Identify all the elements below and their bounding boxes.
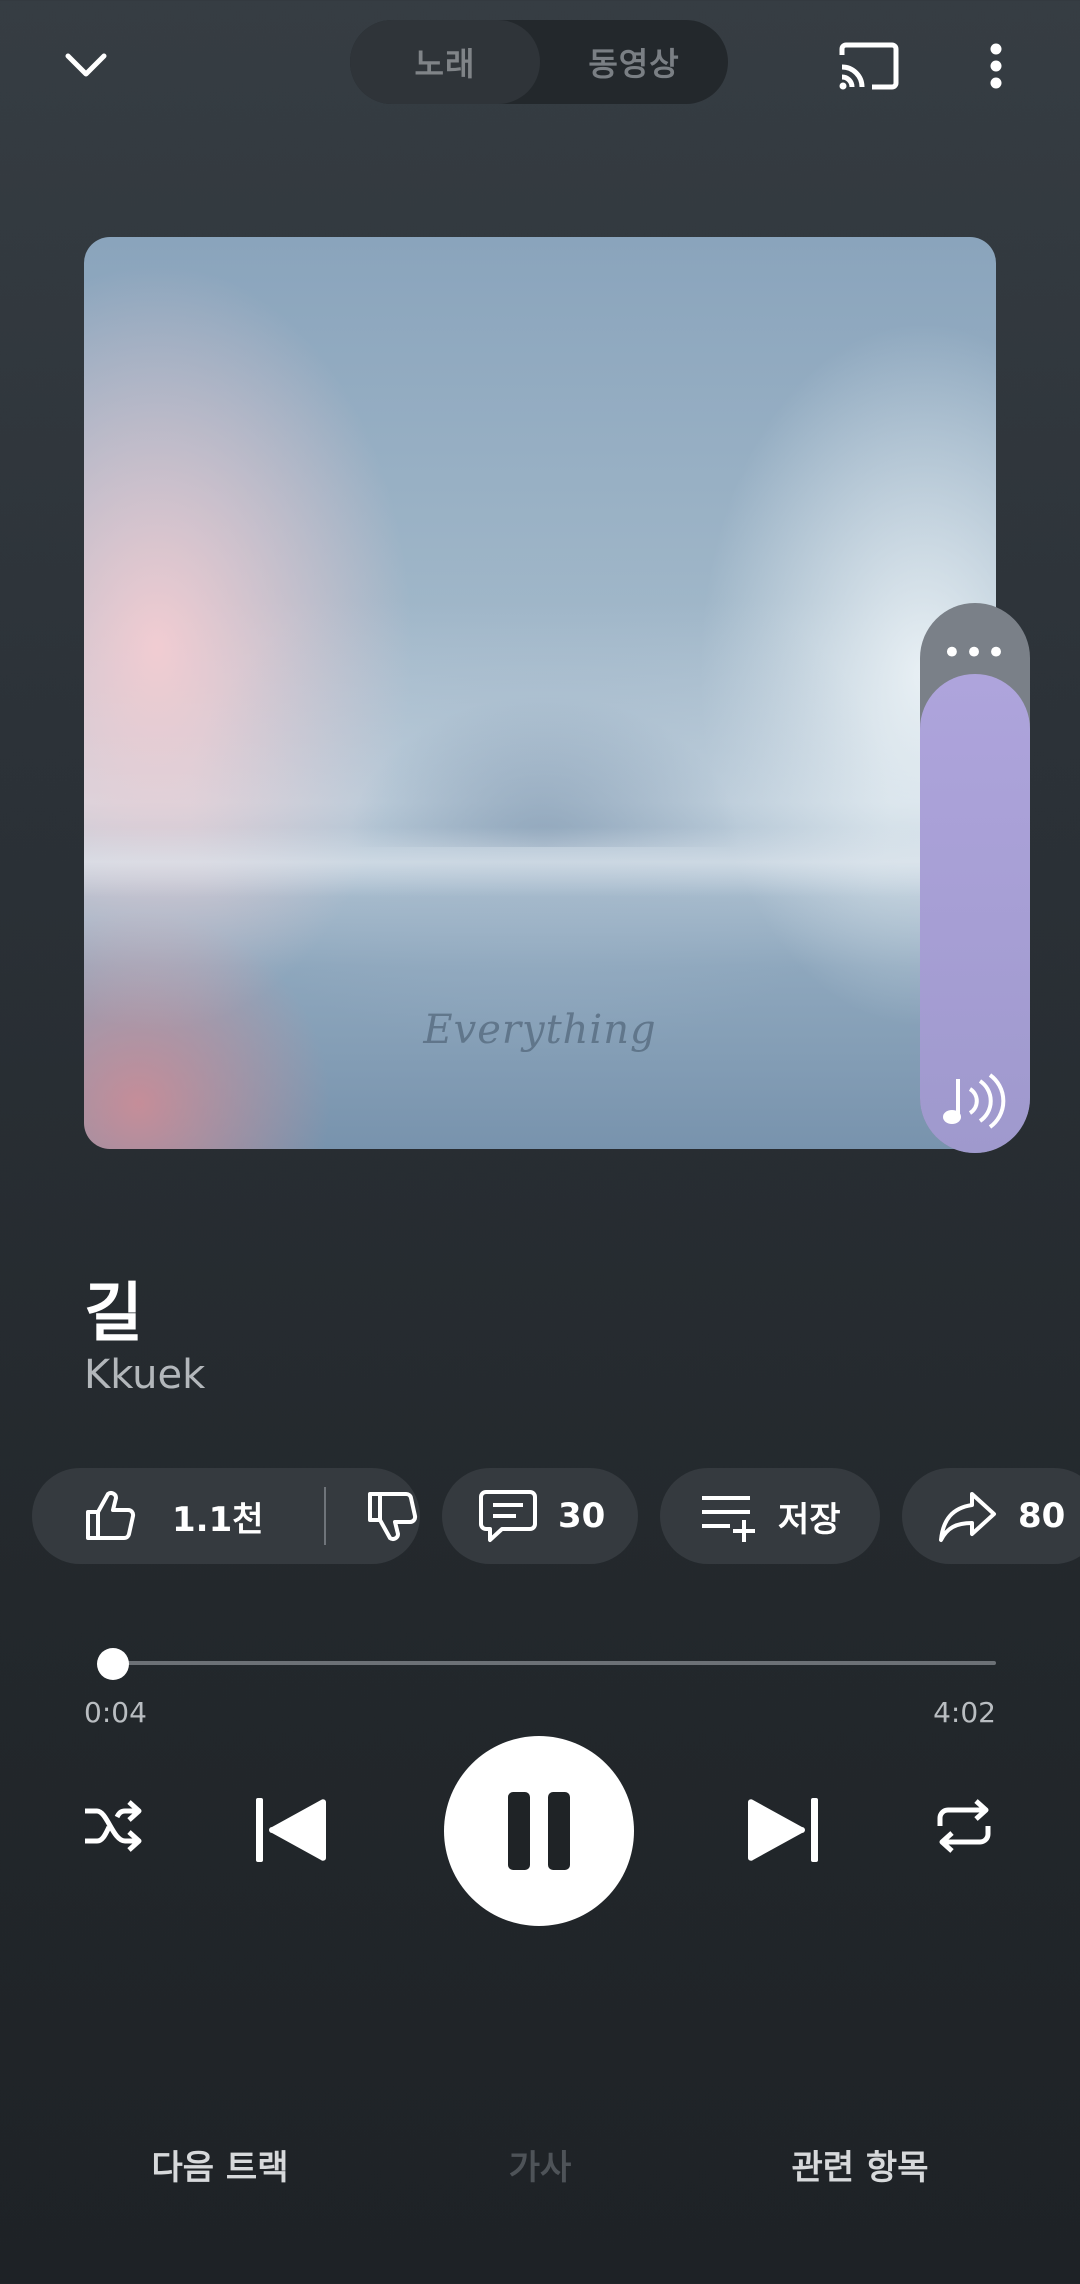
share-count: 80 (1018, 1496, 1066, 1536)
like-dislike-chip: 1.1천 (32, 1468, 420, 1564)
comments-button[interactable]: 30 (442, 1468, 638, 1564)
skip-previous-icon (256, 1798, 326, 1862)
thumb-up-icon (86, 1491, 136, 1540)
chevron-down-icon (65, 53, 107, 77)
comment-icon (479, 1490, 537, 1542)
cast-button[interactable] (830, 30, 908, 102)
repeat-icon (937, 1799, 991, 1853)
skip-next-icon (748, 1798, 818, 1862)
seek-bar-thumb[interactable] (97, 1648, 130, 1680)
previous-button[interactable] (252, 1790, 332, 1870)
tab-lyrics[interactable]: 가사 (440, 2140, 640, 2189)
seek-bar[interactable] (98, 1661, 996, 1665)
share-button[interactable]: 80 (902, 1468, 1080, 1564)
dislike-button[interactable] (326, 1488, 420, 1544)
collapse-button[interactable] (50, 30, 122, 102)
next-button[interactable] (742, 1790, 822, 1870)
save-label: 저장 (778, 1499, 841, 1540)
more-options-button[interactable] (960, 30, 1032, 102)
tab-up-next[interactable]: 다음 트랙 (120, 2140, 320, 2189)
elapsed-time: 0:04 (84, 1696, 147, 1729)
comment-count: 30 (558, 1496, 606, 1536)
total-duration: 4:02 (933, 1696, 996, 1729)
shuffle-button[interactable] (78, 1790, 150, 1862)
shuffle-icon (85, 1800, 142, 1852)
repeat-button[interactable] (928, 1790, 1000, 1862)
pause-button[interactable] (444, 1736, 634, 1926)
like-count: 1.1천 (172, 1499, 264, 1540)
more-vert-icon (990, 43, 1002, 89)
song-video-toggle: 노래 동영상 (350, 20, 728, 104)
cast-icon (839, 42, 899, 90)
volume-more-icon[interactable]: ••• (920, 636, 1030, 670)
share-icon (939, 1492, 996, 1542)
volume-icon (943, 1073, 1006, 1129)
save-button[interactable]: 저장 (660, 1468, 880, 1564)
like-button[interactable]: 1.1천 (32, 1488, 292, 1544)
thumb-down-icon (368, 1492, 418, 1541)
tab-related[interactable]: 관련 항목 (760, 2140, 960, 2189)
pause-icon (508, 1792, 570, 1870)
playlist-add-icon (702, 1496, 755, 1542)
track-title: 길 (84, 1277, 143, 1351)
track-artist[interactable]: Kkuek (84, 1352, 205, 1398)
volume-slider[interactable]: ••• (920, 603, 1030, 1153)
tab-song[interactable]: 노래 (350, 20, 540, 104)
album-artwork: Everything (84, 237, 996, 1149)
artwork-caption: Everything (423, 1007, 657, 1053)
tab-video[interactable]: 동영상 (540, 20, 728, 104)
